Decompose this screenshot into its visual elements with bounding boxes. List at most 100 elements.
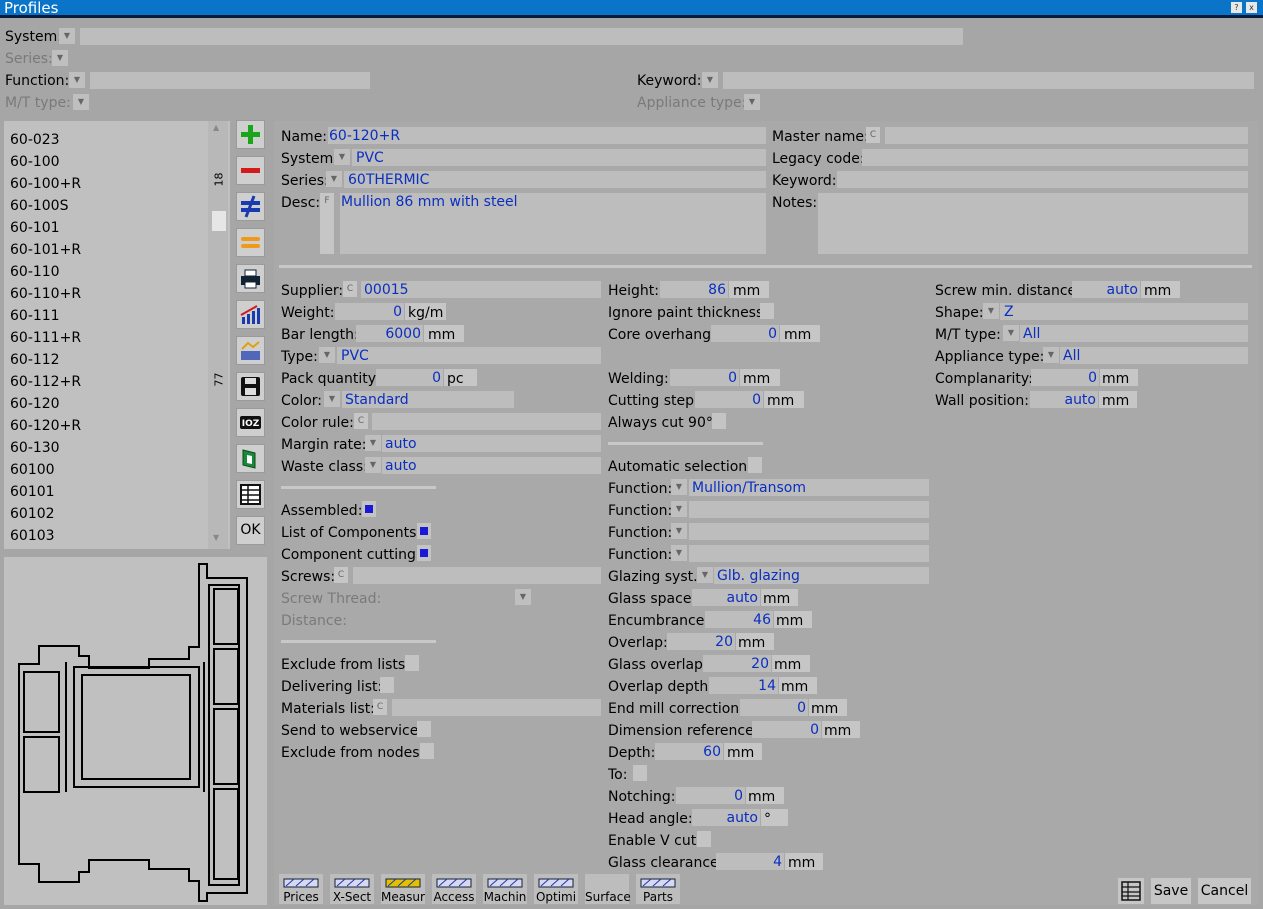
appliance-type-field[interactable] xyxy=(1060,347,1248,364)
tab-access[interactable]: Access xyxy=(432,874,476,904)
tab-parts[interactable]: Parts xyxy=(636,874,680,904)
list-components-checkbox[interactable] xyxy=(417,523,431,539)
type-field[interactable] xyxy=(337,347,601,364)
list-item[interactable]: 60-100 xyxy=(10,153,60,171)
exclude-lists-checkbox[interactable] xyxy=(405,655,419,671)
mt-type-dropdown[interactable]: ▼ xyxy=(1003,325,1019,341)
filter-keyword-dropdown[interactable]: ▼ xyxy=(702,72,718,88)
help-button[interactable]: ? xyxy=(1231,2,1242,13)
waste-class-dropdown[interactable]: ▼ xyxy=(365,457,381,473)
margin-rate-dropdown[interactable]: ▼ xyxy=(365,435,381,451)
close-button[interactable]: x xyxy=(1246,2,1257,13)
add-button[interactable] xyxy=(236,120,265,149)
ok-button[interactable]: OK xyxy=(236,516,265,545)
grid-view-button[interactable] xyxy=(1117,877,1145,905)
list-item[interactable]: 60-120 xyxy=(10,395,60,413)
scroll-thumb[interactable] xyxy=(212,211,226,231)
profile-list[interactable]: 60-023 60-100 60-100+R 60-100S 60-101 60-101+… xyxy=(4,121,230,549)
list-item[interactable]: 60-100+R xyxy=(10,175,81,193)
screw-thread-dropdown[interactable]: ▼ xyxy=(515,589,531,605)
list-item[interactable]: 60102 xyxy=(10,505,55,523)
filter-series-dropdown[interactable]: ▼ xyxy=(52,50,68,66)
scroll-up-icon[interactable]: ▲ xyxy=(213,123,219,132)
auto-selection-checkbox[interactable] xyxy=(748,457,762,473)
materials-field[interactable] xyxy=(392,699,601,716)
scroll-down-icon[interactable]: ▼ xyxy=(213,533,219,542)
color-rule-field[interactable] xyxy=(372,413,601,430)
list-item[interactable]: 60-101+R xyxy=(10,241,81,259)
system-dropdown[interactable]: ▼ xyxy=(334,149,350,165)
function-3-dropdown[interactable]: ▼ xyxy=(671,523,687,539)
color-dropdown[interactable]: ▼ xyxy=(324,391,340,407)
cancel-button[interactable]: Cancel xyxy=(1197,877,1252,905)
filter-keyword-input[interactable] xyxy=(723,72,1254,89)
filter-system-dropdown[interactable]: ▼ xyxy=(59,28,75,44)
screws-field[interactable] xyxy=(353,567,601,584)
master-name-c-button[interactable]: C xyxy=(866,127,880,143)
tab-machin[interactable]: Machin xyxy=(483,874,527,904)
list-scrollbar[interactable]: ▲ ▼ 18 77 xyxy=(208,121,228,549)
function-2-dropdown[interactable]: ▼ xyxy=(671,501,687,517)
notes-field[interactable] xyxy=(818,193,1248,254)
assembled-checkbox[interactable] xyxy=(362,501,376,517)
mt-type-field[interactable] xyxy=(1020,325,1248,342)
list-item[interactable]: 60-101 xyxy=(10,219,60,237)
glazing-dropdown[interactable]: ▼ xyxy=(697,567,713,583)
supplier-c-button[interactable]: C xyxy=(343,281,357,297)
keyword-field[interactable] xyxy=(837,171,1248,188)
shape-field[interactable] xyxy=(1000,303,1248,320)
list-item[interactable]: 60-110 xyxy=(10,263,60,281)
print-button[interactable] xyxy=(236,264,265,293)
filter-mt-type-dropdown[interactable]: ▼ xyxy=(73,94,89,110)
profile-button[interactable] xyxy=(236,444,265,473)
materials-c-button[interactable]: C xyxy=(373,699,387,715)
ignore-paint-checkbox[interactable] xyxy=(760,303,774,319)
component-cutting-checkbox[interactable] xyxy=(417,545,431,561)
list-item[interactable]: 60-100S xyxy=(10,197,68,215)
function-2-field[interactable] xyxy=(689,501,929,518)
tab-prices[interactable]: Prices xyxy=(279,874,323,904)
save-button[interactable]: Save xyxy=(1150,877,1192,905)
remove-button[interactable] xyxy=(236,156,265,185)
type-dropdown[interactable]: ▼ xyxy=(319,347,335,363)
list-item[interactable]: 60103 xyxy=(10,527,55,545)
screws-c-button[interactable]: C xyxy=(334,567,348,583)
filter-function-dropdown[interactable]: ▼ xyxy=(69,72,85,88)
to-checkbox[interactable] xyxy=(633,765,647,781)
compare-button[interactable] xyxy=(236,336,265,365)
tab-optimi[interactable]: Optimi xyxy=(534,874,578,904)
list-item[interactable]: 60-120+R xyxy=(10,417,81,435)
chart-button[interactable] xyxy=(236,300,265,329)
list-item[interactable]: 60-110+R xyxy=(10,285,81,303)
filter-appliance-dropdown[interactable]: ▼ xyxy=(744,94,760,110)
list-item[interactable]: 60100 xyxy=(10,461,55,479)
series-dropdown[interactable]: ▼ xyxy=(326,171,342,187)
equal-button[interactable] xyxy=(236,228,265,257)
list-item[interactable]: 60101 xyxy=(10,483,55,501)
system-field[interactable] xyxy=(352,149,766,166)
legacy-code-field[interactable] xyxy=(862,149,1248,166)
always-cut-checkbox[interactable] xyxy=(712,413,726,429)
list-item[interactable]: 60-112 xyxy=(10,351,60,369)
function-4-field[interactable] xyxy=(689,545,929,562)
save-db-button[interactable] xyxy=(236,372,265,401)
appliance-type-dropdown[interactable]: ▼ xyxy=(1043,347,1059,363)
function-3-field[interactable] xyxy=(689,523,929,540)
tab-measur[interactable]: Measur xyxy=(381,874,425,904)
desc-flag-button[interactable]: F xyxy=(320,193,334,254)
webservice-checkbox[interactable] xyxy=(417,721,431,737)
shape-dropdown[interactable]: ▼ xyxy=(983,303,999,319)
filter-function-input[interactable] xyxy=(90,72,370,89)
filter-system-input[interactable] xyxy=(80,28,963,45)
function-4-dropdown[interactable]: ▼ xyxy=(671,545,687,561)
v-cut-checkbox[interactable] xyxy=(697,831,711,847)
list-item[interactable]: 60-111 xyxy=(10,307,60,325)
table-button[interactable] xyxy=(236,480,265,509)
delivering-list-checkbox[interactable] xyxy=(380,677,394,693)
tab-surface[interactable]: Surface xyxy=(585,874,631,904)
exclude-nodes-checkbox[interactable] xyxy=(420,743,434,759)
function-1-dropdown[interactable]: ▼ xyxy=(671,479,687,495)
color-rule-c-button[interactable]: C xyxy=(354,413,368,429)
ioz-button[interactable]: IOZ xyxy=(236,408,265,437)
list-item[interactable]: 60-130 xyxy=(10,439,60,457)
